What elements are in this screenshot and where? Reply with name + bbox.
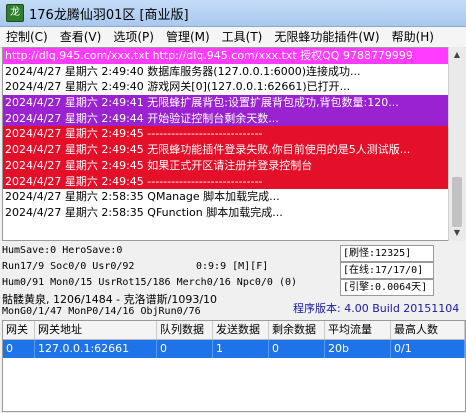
col-remaining[interactable]: 剩余数据 [269,321,325,339]
cell-remaining: 0 [269,340,325,358]
log-panel[interactable]: http://dlq.945.com/xxx.txt http://dlq.94… [2,47,450,241]
log-line: 2024/4/27 星期六 2:49:45 ------------------… [3,126,449,143]
table-row[interactable]: 0 127.0.0.1:62661 0 1 0 20b 0/1 [3,340,465,358]
col-address[interactable]: 网关地址 [35,321,157,339]
col-max-users[interactable]: 最高人数 [391,321,465,339]
log-line: 2024/4/27 星期六 2:58:35 QFunction 脚本加载完成..… [3,204,449,221]
log-line: 2024/4/27 星期六 2:49:41 无限蜂扩展背包:设置扩展背包成功,背… [3,95,449,111]
scroll-up-icon[interactable]: ▲ [449,48,465,62]
menu-plugin[interactable]: 无限蜂功能插件(W) [268,27,385,47]
log-line: 2024/4/27 星期六 2:58:35 QManage 脚本加载完成... [3,189,449,205]
cell-sent: 1 [213,340,269,358]
log-line: 2024/4/27 星期六 2:49:45 如果正式开区请注册并登录控制台 [3,157,449,174]
online-counter: [在线:17/17/0] [340,262,434,279]
menu-help[interactable]: 帮助(H) [386,27,440,47]
cell-gateway: 0 [3,340,35,358]
cell-average-flow: 20b [325,340,391,358]
menu-view[interactable]: 查看(V) [54,27,108,47]
cell-address: 127.0.0.1:62661 [35,340,157,358]
engine-counter: [引擎:0.0064天] [340,279,434,296]
log-line: http://dlq.945.com/xxx.txt http://dlq.94… [3,48,449,64]
menu-options[interactable]: 选项(P) [107,27,160,47]
scroll-down-icon[interactable]: ▼ [449,226,465,240]
log-line [3,220,449,237]
cell-max-users: 0/1 [391,340,465,358]
log-line: 2024/4/27 星期六 2:49:45 无限蜂功能插件登录失败,你目前使用的… [3,142,449,158]
scroll-thumb[interactable] [452,177,462,227]
log-scrollbar[interactable]: ▲ ▼ [448,47,465,241]
status-humsave: HumSave:0 HeroSave:0 [2,245,123,256]
log-line: 2024/4/27 星期六 2:49:40 游戏网关[0](127.0.0.1:… [3,79,449,96]
status-hum: Hum0/91 Mon0/15 UsrRot15/186 Merch0/16 N… [2,277,298,288]
col-gateway[interactable]: 网关 [3,321,35,339]
menu-control[interactable]: 控制(C) [0,27,54,47]
status-mon: MonG0/1/47 MonP0/14/16 ObjRun0/76 [2,306,201,317]
app-icon: 龙 [6,4,24,22]
table-header: 网关 网关地址 队列数据 发送数据 剩余数据 平均流量 最高人数 [3,321,465,340]
status-map: 骷髅黄泉, 1206/1484 - 克洛谱斯/1093/10 [2,293,218,306]
window-title: 176龙腾仙羽01区 [商业版] [29,7,189,23]
cell-queue: 0 [157,340,213,358]
gateway-table[interactable]: 网关 网关地址 队列数据 发送数据 剩余数据 平均流量 最高人数 0 127.0… [2,320,466,412]
col-average-flow[interactable]: 平均流量 [325,321,391,339]
refresh-counter: [刷怪:12325] [340,245,434,262]
menu-tools[interactable]: 工具(T) [216,27,269,47]
menu-bar: 控制(C) 查看(V) 选项(P) 管理(M) 工具(T) 无限蜂功能插件(W)… [0,27,466,48]
status-run: Run17/9 Soc0/0 Usr0/92 [2,261,135,272]
log-line: 2024/4/27 星期六 2:49:44 开始验证控制台剩余天数... [3,110,449,127]
col-queue[interactable]: 队列数据 [157,321,213,339]
version-label: 程序版本: 4.00 Build 20151104 [293,302,460,315]
title-bar: 龙 176龙腾仙羽01区 [商业版] [0,0,466,27]
menu-manage[interactable]: 管理(M) [160,27,216,47]
log-line: 2024/4/27 星期六 2:49:45 ------------------… [3,173,449,190]
col-sent[interactable]: 发送数据 [213,321,269,339]
status-time: 0:9:9 [M][F] [196,261,269,272]
log-line: 2024/4/27 星期六 2:49:40 数据库服务器(127.0.0.1:6… [3,63,449,80]
